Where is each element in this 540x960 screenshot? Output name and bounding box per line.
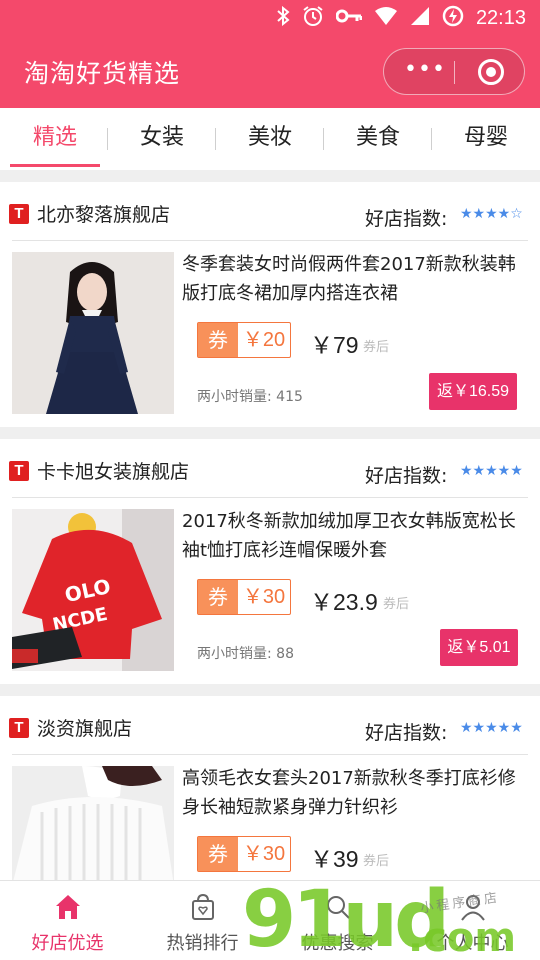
star-rating: ★★★★☆ — [460, 206, 523, 222]
product-image[interactable] — [12, 766, 174, 886]
tab-divider — [431, 128, 432, 150]
after-coupon-label: 券后 — [363, 854, 390, 869]
status-time: 22:13 — [475, 6, 526, 29]
product-image[interactable] — [12, 252, 174, 414]
rebate-button[interactable]: 返￥16.59 — [429, 373, 517, 410]
coupon-badge[interactable]: 券 ￥30 — [197, 579, 291, 615]
shop-card[interactable]: T 卡卡旭女装旗舰店 好店指数: ★★★★★ OLO NCDE 2017秋冬新款… — [0, 439, 540, 684]
coupon-tag: 券 — [198, 580, 238, 614]
tab-divider — [323, 128, 324, 150]
star-rating: ★★★★★ — [460, 720, 523, 736]
divider — [12, 754, 528, 755]
product-title[interactable]: 2017秋冬新款加绒加厚卫衣女韩版宽松长袖t恤打底衫连帽保暖外套 — [182, 507, 528, 565]
tab-womens-clothing[interactable]: 女装 — [117, 108, 207, 170]
wifi-icon — [374, 6, 398, 30]
tab-beauty[interactable]: 美妆 — [225, 108, 315, 170]
rating-label: 好店指数: — [365, 208, 448, 230]
tab-label: 美食 — [355, 125, 400, 150]
alarm-icon — [302, 5, 324, 31]
shop-name: 北亦黎落旗舰店 — [37, 204, 171, 226]
coupon-amount: ￥30 — [242, 586, 286, 608]
capsule-divider — [454, 61, 455, 84]
rebate-button[interactable]: 返￥5.01 — [440, 629, 518, 666]
shop-header: T 淡资旗舰店 好店指数: ★★★★★ — [0, 696, 540, 754]
mini-program-capsule: ••• — [383, 48, 525, 95]
sales-value: 88 — [276, 646, 294, 662]
battery-charging-icon — [442, 5, 464, 31]
status-bar: 22:13 — [0, 0, 540, 36]
product-image[interactable]: OLO NCDE — [12, 509, 174, 671]
close-target-icon[interactable] — [478, 59, 504, 85]
category-tabs: 精选 女装 美妆 美食 母婴 — [0, 108, 540, 170]
sales-value: 415 — [276, 389, 303, 405]
final-price: ￥23.9 — [310, 589, 378, 615]
after-coupon-label: 券后 — [363, 340, 390, 355]
rating-label: 好店指数: — [365, 722, 448, 744]
final-price: ￥39 — [310, 846, 359, 872]
rating-label: 好店指数: — [365, 465, 448, 487]
watermark-domain: .com — [408, 915, 517, 960]
coupon-badge[interactable]: 券 ￥30 — [197, 836, 291, 872]
tab-label: 母婴 — [463, 125, 508, 150]
active-tab-indicator — [10, 164, 100, 167]
coupon-amount: ￥30 — [242, 843, 286, 865]
bluetooth-icon — [276, 5, 290, 30]
nav-bar: 淘淘好货精选 ••• — [0, 36, 540, 108]
after-coupon-label: 券后 — [383, 597, 410, 612]
coupon-badge[interactable]: 券 ￥20 — [197, 322, 291, 358]
sales-count: 两小时销量: 415 — [197, 386, 303, 406]
home-icon — [54, 893, 82, 921]
tab-mother-baby[interactable]: 母婴 — [441, 108, 531, 170]
coupon-tag: 券 — [198, 323, 238, 357]
shop-name: 淡资旗舰店 — [37, 718, 133, 740]
tab-divider — [215, 128, 216, 150]
shop-name: 卡卡旭女装旗舰店 — [37, 461, 190, 483]
tabbar-item-home[interactable]: 好店优选 — [0, 881, 135, 960]
shop-card[interactable]: T 淡资旗舰店 好店指数: ★★★★★ 高领毛衣女套头2017新款秋冬季打底衫修… — [0, 696, 540, 886]
sales-count: 两小时销量: 88 — [197, 643, 294, 663]
tmall-logo-icon: T — [9, 461, 29, 481]
tab-featured[interactable]: 精选 — [10, 108, 100, 170]
final-price: ￥79 — [310, 332, 359, 358]
product-title[interactable]: 高领毛衣女套头2017新款秋冬季打底衫修身长袖短款紧身弹力针织衫 — [182, 764, 528, 822]
shopping-bag-icon — [189, 893, 217, 921]
tab-label: 精选 — [32, 125, 77, 150]
divider — [12, 240, 528, 241]
sales-label: 两小时销量: — [197, 646, 272, 662]
page-title: 淘淘好货精选 — [24, 59, 181, 88]
key-icon — [335, 8, 363, 28]
sales-label: 两小时销量: — [197, 389, 272, 405]
signal-icon — [410, 6, 430, 30]
shop-card[interactable]: T 北亦黎落旗舰店 好店指数: ★★★★☆ 冬季套装女时尚假两件套2017新款秋… — [0, 182, 540, 427]
star-rating: ★★★★★ — [460, 463, 523, 479]
shop-header: T 北亦黎落旗舰店 好店指数: ★★★★☆ — [0, 182, 540, 240]
coupon-amount: ￥20 — [242, 329, 286, 351]
tab-label: 女装 — [139, 125, 184, 150]
tmall-logo-icon: T — [9, 718, 29, 738]
tab-divider — [107, 128, 108, 150]
shop-header: T 卡卡旭女装旗舰店 好店指数: ★★★★★ — [0, 439, 540, 497]
tab-food[interactable]: 美食 — [333, 108, 423, 170]
tabbar-label: 好店优选 — [31, 933, 104, 954]
more-icon[interactable]: ••• — [404, 57, 445, 87]
tab-label: 美妆 — [247, 125, 292, 150]
tmall-logo-icon: T — [9, 204, 29, 224]
coupon-tag: 券 — [198, 837, 238, 871]
divider — [12, 497, 528, 498]
product-title[interactable]: 冬季套装女时尚假两件套2017新款秋装韩版打底冬裙加厚内搭连衣裙 — [182, 250, 528, 308]
